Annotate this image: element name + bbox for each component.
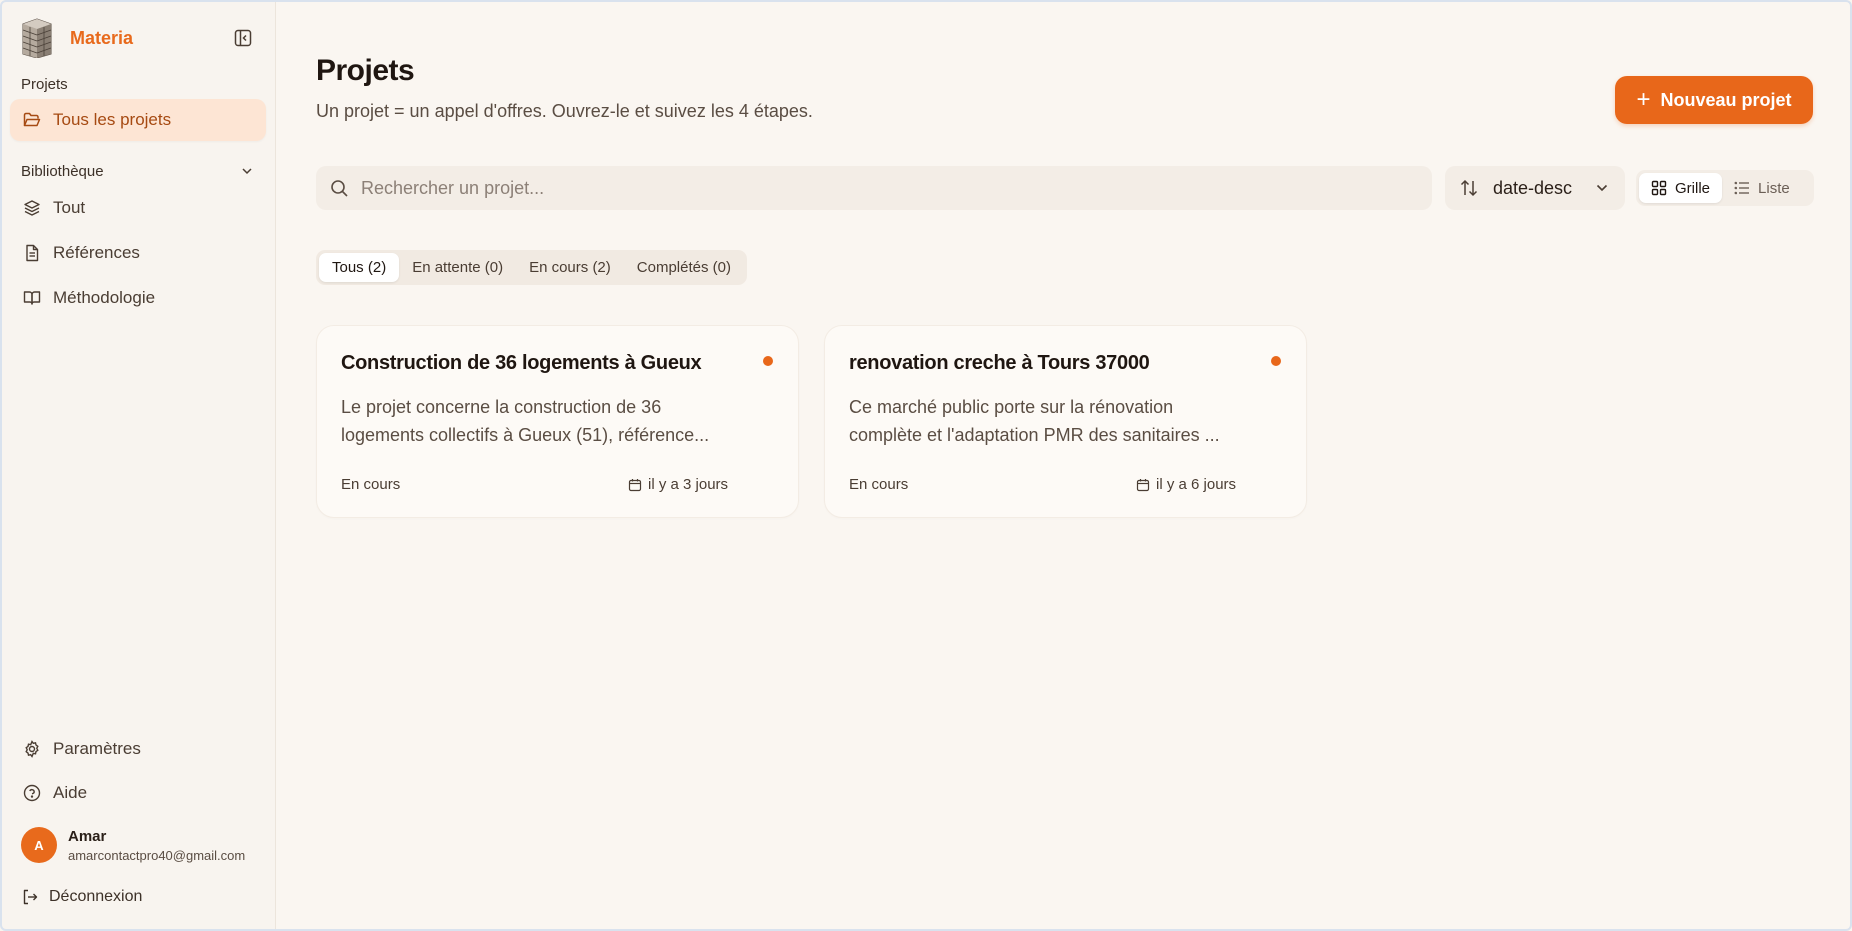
project-title: Construction de 36 logements à Gueux xyxy=(341,352,702,374)
brick-wall-logo-icon xyxy=(22,18,52,58)
sort-value: date-desc xyxy=(1493,177,1573,198)
project-date: il y a 6 jours xyxy=(1136,476,1236,493)
project-description: Le projet concerne la construction de 36… xyxy=(341,397,710,445)
brand[interactable]: Materia xyxy=(20,18,133,58)
chevron-down-icon xyxy=(1596,184,1608,192)
view-toggle: Grille Liste xyxy=(1636,170,1814,206)
sidebar-item-label: Paramètres xyxy=(53,739,141,758)
document-icon xyxy=(26,244,39,262)
list-view-label: Liste xyxy=(1758,179,1790,197)
status-filter-tabs: Tous (2) En attente (0) En cours (2) Com… xyxy=(316,250,747,285)
list-view-button[interactable]: Liste xyxy=(1722,173,1802,203)
project-status: En cours xyxy=(341,476,401,493)
project-card[interactable]: Construction de 36 logements à Gueux Le … xyxy=(316,325,799,518)
logout-icon xyxy=(23,889,38,905)
project-title: renovation creche à Tours 37000 xyxy=(849,352,1150,374)
sidebar-item-references[interactable]: Références xyxy=(10,232,266,274)
grid-view-label: Grille xyxy=(1675,179,1711,197)
search-icon xyxy=(331,179,348,197)
grid-icon xyxy=(1651,180,1667,196)
collapse-sidebar-button[interactable] xyxy=(232,27,254,49)
status-dot xyxy=(763,356,773,366)
status-dot xyxy=(1271,356,1281,366)
sidebar-item-help[interactable]: Aide xyxy=(10,772,266,814)
sidebar-item-settings[interactable]: Paramètres xyxy=(10,728,266,770)
calendar-icon xyxy=(628,478,642,491)
page-title: Projets xyxy=(316,54,415,87)
app-name: Materia xyxy=(70,27,134,48)
user-email: amarcontactpro40@gmail.com xyxy=(68,847,246,863)
filter-tab-completed[interactable]: Complétés (0) xyxy=(624,253,744,282)
user-profile[interactable]: A Amar amarcontactpro40@gmail.com xyxy=(21,827,245,863)
projects-section-label: Projets xyxy=(21,76,68,93)
list-icon xyxy=(1734,181,1750,195)
logout-button[interactable]: Déconnexion xyxy=(22,888,142,906)
avatar: A xyxy=(21,827,57,863)
sidebar-item-all-projects[interactable]: Tous les projets xyxy=(10,99,266,141)
sidebar-item-label: Tous les projets xyxy=(53,110,172,129)
search-bar[interactable] xyxy=(316,166,1432,210)
sidebar-item-tout[interactable]: Tout xyxy=(10,187,266,229)
new-project-button[interactable]: + Nouveau projet xyxy=(1615,76,1813,124)
sort-select[interactable]: date-desc xyxy=(1445,166,1625,210)
sidebar-item-label: Méthodologie xyxy=(53,288,156,307)
book-open-icon xyxy=(23,291,41,305)
calendar-icon xyxy=(1136,478,1150,491)
plus-icon: + xyxy=(1636,86,1651,113)
page-subtitle: Un projet = un appel d'offres. Ouvrez-le… xyxy=(316,101,813,121)
user-name: Amar xyxy=(68,827,107,845)
main-content: Projets Un projet = un appel d'offres. O… xyxy=(277,0,1852,931)
grid-view-button[interactable]: Grille xyxy=(1639,173,1723,203)
help-circle-icon xyxy=(23,784,41,802)
folder-open-icon xyxy=(23,112,41,127)
new-project-label: Nouveau projet xyxy=(1660,89,1792,110)
chevron-down-icon[interactable] xyxy=(240,164,254,178)
filter-tab-pending[interactable]: En attente (0) xyxy=(399,253,516,282)
project-description: Ce marché public porte sur la rénovation… xyxy=(849,397,1220,445)
sidebar-item-label: Références xyxy=(53,243,140,262)
sidebar-item-methodologie[interactable]: Méthodologie xyxy=(10,277,266,319)
library-section-label[interactable]: Bibliothèque xyxy=(21,163,104,180)
search-input[interactable] xyxy=(361,177,1361,199)
gear-icon xyxy=(25,740,39,758)
logout-label: Déconnexion xyxy=(49,888,143,905)
sidebar-toggle-icon xyxy=(234,29,252,47)
filter-tab-in-progress[interactable]: En cours (2) xyxy=(516,253,624,282)
sidebar-item-label: Tout xyxy=(53,198,86,217)
layers-icon xyxy=(24,200,40,216)
filter-tab-all[interactable]: Tous (2) xyxy=(319,253,400,282)
project-date: il y a 3 jours xyxy=(628,476,728,493)
project-status: En cours xyxy=(849,476,909,493)
project-card[interactable]: renovation creche à Tours 37000 Ce march… xyxy=(824,325,1307,518)
sidebar-item-label: Aide xyxy=(53,783,88,802)
sort-arrows-icon xyxy=(1460,179,1478,197)
sidebar: Materia Projets Tous les projets Bibliot… xyxy=(0,0,276,931)
